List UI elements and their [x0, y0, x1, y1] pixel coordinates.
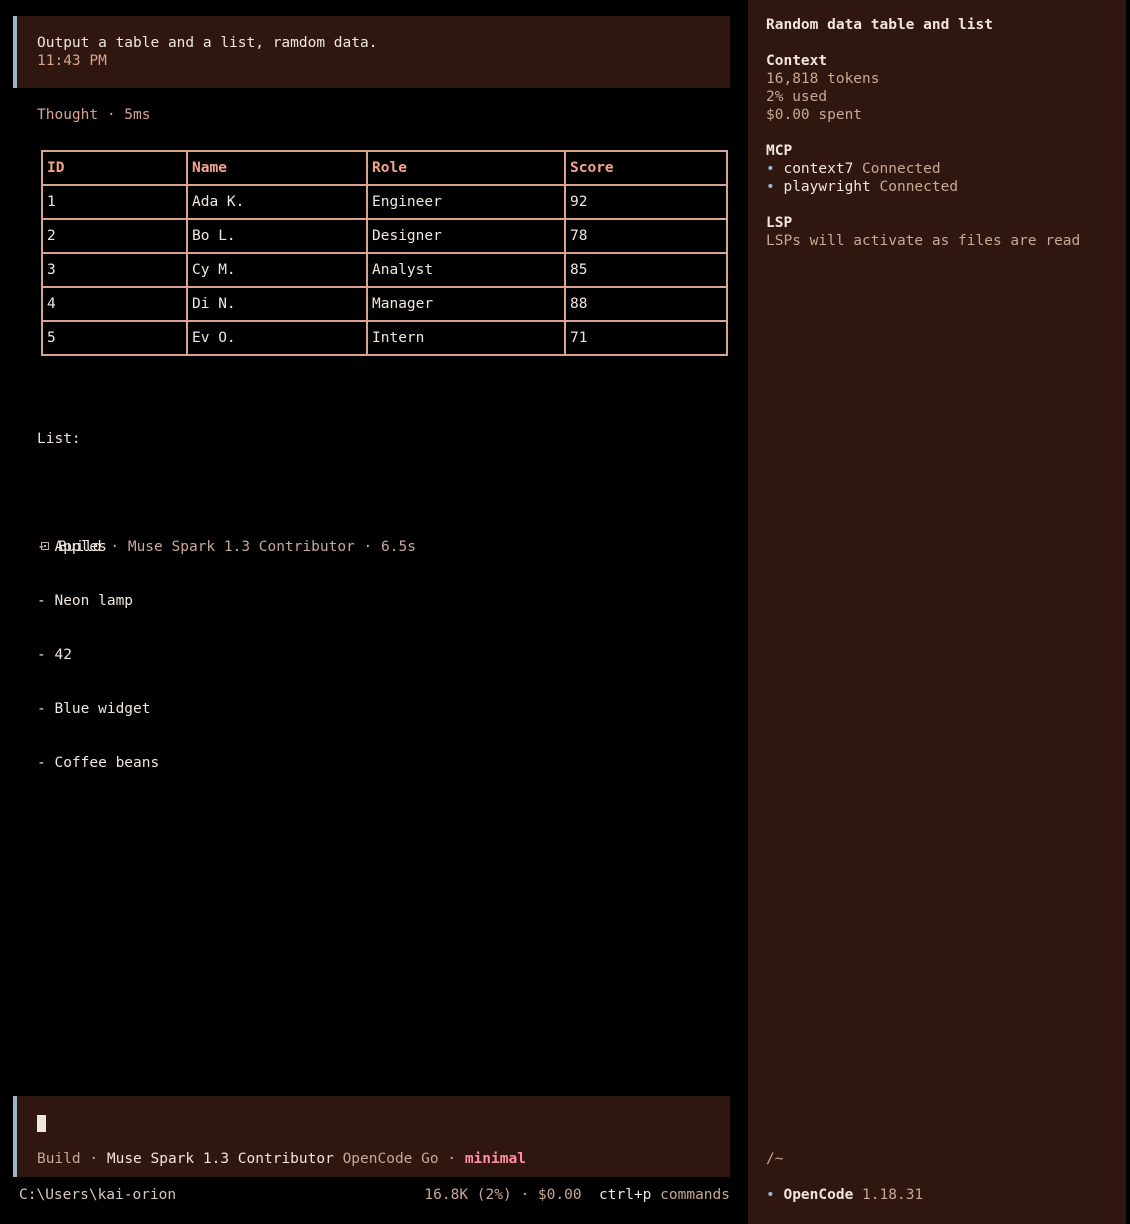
- cell-role: Manager: [366, 286, 566, 322]
- mcp-server-status: Connected: [879, 179, 959, 195]
- table-row: 2 Bo L. Designer 78: [41, 218, 728, 254]
- context-tokens: 16,818 tokens: [766, 71, 880, 87]
- cell-role: Intern: [366, 320, 566, 356]
- cell-score: 85: [564, 252, 728, 288]
- provider-name[interactable]: OpenCode Go: [343, 1151, 439, 1167]
- context-used: 2% used: [766, 89, 828, 105]
- list-item: - Coffee beans: [37, 755, 160, 771]
- cell-name: Ada K.: [186, 184, 368, 220]
- status-dot-icon: •: [766, 179, 775, 195]
- list-item: - Neon lamp: [37, 593, 134, 609]
- cell-id: 1: [41, 184, 188, 220]
- model-name[interactable]: Muse Spark 1.3 Contributor: [107, 1151, 334, 1167]
- cell-role: Designer: [366, 218, 566, 254]
- context-heading: Context: [766, 53, 828, 69]
- column-header-name: Name: [186, 150, 368, 186]
- shortcut-label[interactable]: commands: [660, 1187, 730, 1203]
- data-table: ID Name Role Score 1 Ada K. Engineer 92 …: [41, 150, 728, 356]
- user-message: Output a table and a list, ramdom data. …: [13, 16, 730, 88]
- cell-score: 78: [564, 218, 728, 254]
- column-header-score: Score: [564, 150, 728, 186]
- status-bar-right: 16.8K (2%) · $0.00 ctrl+p commands: [424, 1186, 730, 1204]
- mcp-server-item: • context7 Connected: [766, 160, 941, 178]
- user-message-time: 11:43 PM: [37, 53, 107, 69]
- cell-role: Engineer: [366, 184, 566, 220]
- sidebar-cwd: /~: [766, 1151, 784, 1167]
- context-spent: $0.00 spent: [766, 107, 863, 123]
- table-header-row: ID Name Role Score: [41, 150, 728, 186]
- cell-score: 71: [564, 320, 728, 356]
- version-number: 1.18.31: [862, 1187, 924, 1203]
- prompt-input[interactable]: Build · Muse Spark 1.3 Contributor OpenC…: [13, 1096, 730, 1177]
- usage-summary: 16.8K (2%) · $0.00: [424, 1187, 582, 1203]
- mcp-server-status: Connected: [862, 161, 941, 177]
- cell-id: 4: [41, 286, 188, 322]
- cell-name: Di N.: [186, 286, 368, 322]
- working-directory: C:\Users\kai-orion: [19, 1187, 177, 1203]
- mcp-server-name: playwright: [783, 179, 871, 195]
- shortcut-key: ctrl+p: [599, 1187, 652, 1203]
- cell-name: Bo L.: [186, 218, 368, 254]
- cell-id: 2: [41, 218, 188, 254]
- cell-id: 3: [41, 252, 188, 288]
- thought-indicator[interactable]: Thought · 5ms: [37, 106, 151, 124]
- table-row: 5 Ev O. Intern 71: [41, 320, 728, 356]
- cell-name: Cy M.: [186, 252, 368, 288]
- mcp-server-name: context7: [783, 161, 854, 177]
- build-detail: · Muse Spark 1.3 Contributor · 6.5s: [110, 539, 416, 555]
- table-row: 1 Ada K. Engineer 92: [41, 184, 728, 220]
- agent-mode[interactable]: Build: [37, 1151, 81, 1167]
- user-message-text: Output a table and a list, ramdom data.: [37, 35, 378, 51]
- cell-role: Analyst: [366, 252, 566, 288]
- mcp-server-item: • playwright Connected: [766, 178, 958, 196]
- list-block: List: - Apples - Neon lamp - 42 - Blue w…: [37, 394, 159, 790]
- mcp-heading: MCP: [766, 143, 793, 159]
- session-title: Random data table and list: [766, 17, 993, 33]
- status-dot-icon: •: [766, 161, 775, 177]
- app-name: OpenCode: [783, 1187, 854, 1203]
- lsp-heading: LSP: [766, 215, 793, 231]
- input-meta: Build · Muse Spark 1.3 Contributor OpenC…: [37, 1151, 526, 1167]
- square-dot-icon: [41, 542, 49, 550]
- cell-score: 92: [564, 184, 728, 220]
- column-header-id: ID: [41, 150, 188, 186]
- build-mode: Build: [58, 539, 102, 555]
- table-row: 4 Di N. Manager 88: [41, 286, 728, 322]
- cell-name: Ev O.: [186, 320, 368, 356]
- sidebar: Random data table and list Context 16,81…: [748, 0, 1126, 1224]
- cell-score: 88: [564, 286, 728, 322]
- status-dot-icon: •: [766, 1187, 775, 1203]
- list-item: - Blue widget: [37, 701, 151, 717]
- text-cursor: [37, 1115, 46, 1132]
- lsp-note: LSPs will activate as files are read: [766, 233, 1081, 249]
- column-header-role: Role: [366, 150, 566, 186]
- table-row: 3 Cy M. Analyst 85: [41, 252, 728, 288]
- variant-label[interactable]: minimal: [465, 1151, 526, 1167]
- cell-id: 5: [41, 320, 188, 356]
- app-version: • OpenCode 1.18.31: [766, 1186, 923, 1204]
- list-title: List:: [37, 431, 81, 447]
- list-item: - 42: [37, 647, 72, 663]
- build-status: Build · Muse Spark 1.3 Contributor · 6.5…: [37, 538, 416, 556]
